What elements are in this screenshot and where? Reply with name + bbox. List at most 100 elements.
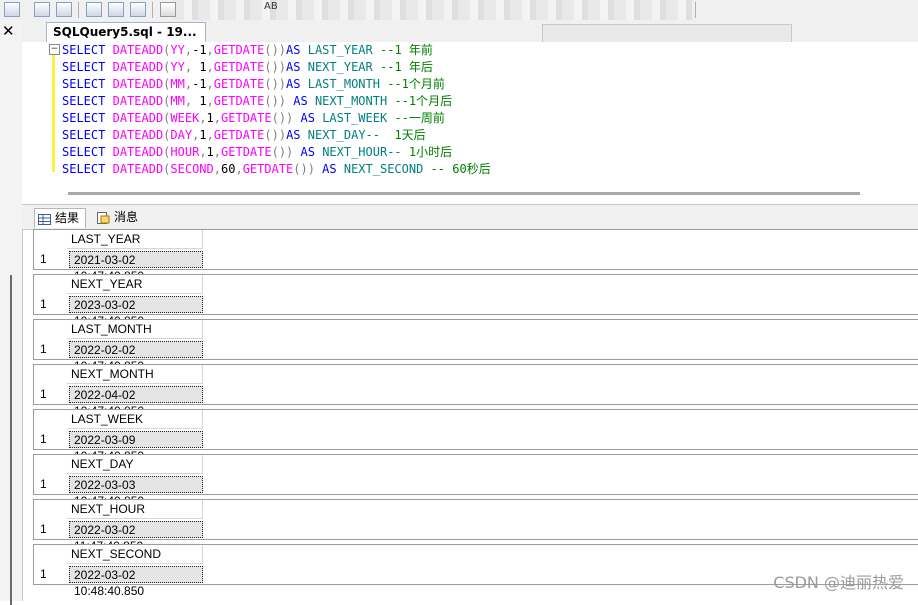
result-grid[interactable]: NEXT_DAY12022-03-03 10:47:40.850	[33, 454, 918, 508]
row-number[interactable]: 1	[34, 339, 67, 359]
code-token-kw: SELECT	[62, 77, 106, 91]
code-token-c2: ,	[213, 111, 222, 125]
row-number[interactable]: 1	[34, 384, 67, 404]
scrollbar[interactable]	[10, 275, 12, 605]
code-token-c1: ,	[213, 162, 221, 176]
code-token-comment: 1小时后	[408, 145, 453, 159]
toolbar-button-icon[interactable]	[86, 2, 102, 17]
code-token-arg1: YY	[170, 60, 185, 74]
column-header[interactable]: NEXT_YEAR	[67, 275, 203, 294]
column-header[interactable]: LAST_MONTH	[67, 320, 203, 339]
code-token-as: AS	[300, 145, 315, 159]
code-token-as: AS	[293, 94, 308, 108]
result-grid[interactable]: LAST_WEEK12022-03-09 10:47:40.850	[33, 409, 918, 463]
result-cell[interactable]: 2022-03-09 10:47:40.850	[69, 431, 203, 463]
close-icon[interactable]: ✕	[2, 22, 15, 40]
toolbar-ab-label[interactable]: AB	[264, 1, 278, 12]
result-grid[interactable]: NEXT_HOUR12022-03-02 11:47:40.850	[33, 499, 918, 553]
code-token-comment: --1个月后	[394, 94, 453, 108]
change-margin	[52, 48, 55, 172]
code-token-arg2: -1	[192, 43, 207, 57]
code-token-arg1: DAY	[170, 128, 193, 142]
result-grid[interactable]: LAST_YEAR12021-03-02 10:47:40.850	[33, 229, 918, 283]
row-number[interactable]: 1	[34, 474, 67, 494]
code-token-as: AS	[286, 43, 301, 57]
code-token-arg2: 1	[199, 128, 207, 142]
code-token-arg1: SECOND	[170, 162, 214, 176]
row-number[interactable]: 1	[34, 519, 67, 539]
horizontal-scrollbar[interactable]	[68, 192, 860, 195]
result-grid[interactable]: LAST_MONTH12022-02-02 10:47:40.850	[33, 319, 918, 373]
toolbar-button-icon[interactable]	[34, 2, 50, 17]
result-cell[interactable]: 2022-03-02 11:47:40.850	[69, 521, 203, 553]
column-header[interactable]: NEXT_DAY	[67, 455, 203, 474]
code-token-c1: ,	[199, 145, 207, 159]
code-token-arg2: 60	[221, 162, 236, 176]
code-token-getdate: GETDATE	[213, 128, 265, 142]
row-number[interactable]: 1	[34, 429, 67, 449]
sql-editor[interactable]: − SELECT DATEADD(YY,-1,GETDATE())AS LAST…	[22, 42, 918, 204]
code-token-c2: ,	[206, 128, 214, 142]
column-header[interactable]: LAST_WEEK	[67, 410, 203, 429]
column-header[interactable]: LAST_YEAR	[67, 230, 203, 249]
toolbar-button-icon[interactable]	[56, 2, 72, 17]
toolbar-button-icon[interactable]	[4, 2, 20, 17]
row-number[interactable]: 1	[34, 294, 67, 314]
code-token-comment: --1 年前	[380, 43, 433, 57]
result-cell[interactable]: 2022-03-03 10:47:40.850	[69, 476, 203, 508]
toolbar-separator	[695, 2, 696, 18]
code-token-fn: DATEADD	[112, 77, 164, 91]
column-header[interactable]: NEXT_HOUR	[67, 500, 203, 519]
result-grid[interactable]: NEXT_MONTH12022-04-02 10:47:40.850	[33, 364, 918, 418]
code-token-kw: SELECT	[62, 162, 106, 176]
code-line[interactable]: SELECT DATEADD(MM, 1,GETDATE()) AS NEXT_…	[62, 93, 452, 110]
result-grid[interactable]: NEXT_YEAR12023-03-02 10:47:40.850	[33, 274, 918, 328]
align-left-icon[interactable]	[160, 2, 176, 17]
code-token-parens: ())	[271, 145, 301, 159]
code-token-parens: ())	[264, 77, 287, 91]
code-token-as: AS	[286, 60, 301, 74]
code-token-arg2: -1	[192, 77, 207, 91]
code-token-c2: ,	[206, 43, 214, 57]
code-token-fn: DATEADD	[112, 128, 164, 142]
result-cell[interactable]: 2022-02-02 10:47:40.850	[69, 341, 203, 373]
code-token-getdate: GETDATE	[221, 111, 272, 125]
code-token-c2: ,	[235, 162, 243, 176]
tab-results[interactable]: 结果	[34, 208, 87, 228]
toolbar-button-icon[interactable]	[108, 2, 124, 17]
code-line[interactable]: SELECT DATEADD(YY,-1,GETDATE())AS LAST_Y…	[62, 42, 433, 59]
row-number[interactable]: 1	[34, 564, 67, 584]
code-token-parens: ())	[293, 162, 323, 176]
code-token-c2: ,	[206, 94, 214, 108]
result-cell[interactable]: 2022-03-02 10:48:40.850	[69, 566, 203, 598]
code-token-alias: NEXT_DAY--	[307, 128, 380, 142]
code-token-c1: ,	[184, 77, 193, 91]
tab-sqlquery5[interactable]: SQLQuery5.sql - 19...	[46, 22, 206, 42]
column-header[interactable]: NEXT_MONTH	[67, 365, 203, 384]
tab-other-query[interactable]	[542, 24, 792, 42]
code-line[interactable]: SELECT DATEADD(DAY,1,GETDATE())AS NEXT_D…	[62, 127, 426, 144]
column-header[interactable]: NEXT_SECOND	[67, 545, 203, 564]
code-token-arg2: 1	[199, 60, 207, 74]
code-line[interactable]: SELECT DATEADD(WEEK,1,GETDATE()) AS LAST…	[62, 110, 445, 127]
code-line[interactable]: SELECT DATEADD(YY, 1,GETDATE())AS NEXT_Y…	[62, 59, 433, 76]
toolbar-button-icon[interactable]	[130, 2, 146, 17]
code-token-getdate: GETDATE	[242, 162, 294, 176]
code-line[interactable]: SELECT DATEADD(HOUR,1,GETDATE()) AS NEXT…	[62, 144, 452, 161]
code-token-as: AS	[300, 111, 315, 125]
code-token-getdate: GETDATE	[213, 77, 265, 91]
code-token-alias: LAST_YEAR	[307, 43, 373, 57]
row-number[interactable]: 1	[34, 249, 67, 269]
code-token-kw: SELECT	[62, 60, 106, 74]
result-cell[interactable]: 2021-03-02 10:47:40.850	[69, 251, 203, 283]
message-icon	[97, 211, 110, 224]
result-cell[interactable]: 2022-04-02 10:47:40.850	[69, 386, 203, 418]
code-token-kw: SELECT	[62, 145, 106, 159]
grid-icon	[38, 212, 51, 225]
tab-messages[interactable]: 消息	[94, 208, 138, 227]
code-line[interactable]: SELECT DATEADD(SECOND,60,GETDATE()) AS N…	[62, 161, 491, 178]
collapse-icon[interactable]: −	[49, 44, 60, 55]
code-line[interactable]: SELECT DATEADD(MM,-1,GETDATE())AS LAST_M…	[62, 76, 445, 93]
result-cell[interactable]: 2023-03-02 10:47:40.850	[69, 296, 203, 328]
code-token-fn: DATEADD	[112, 145, 164, 159]
